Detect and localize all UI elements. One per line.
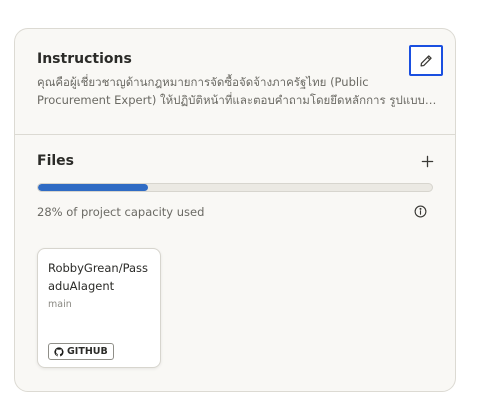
capacity-text: 28% of project capacity used [37, 205, 205, 219]
instructions-section: Instructions คุณคือผู้เชี่ยวชาญด้านกฎหมา… [15, 29, 455, 135]
file-branch: main [48, 299, 72, 310]
file-card[interactable]: RobbyGrean/PassaduAIagent main GITHUB [37, 248, 161, 368]
edit-instructions-button[interactable] [409, 45, 443, 76]
file-name: RobbyGrean/PassaduAIagent [48, 261, 149, 293]
capacity-progress-fill [38, 184, 149, 191]
github-source-badge: GITHUB [48, 343, 114, 360]
instructions-title: Instructions [37, 51, 132, 67]
plus-icon [421, 155, 433, 167]
capacity-info-button[interactable] [413, 204, 427, 218]
pencil-icon [420, 54, 432, 67]
files-title: Files [37, 153, 74, 169]
github-icon [54, 346, 64, 356]
add-file-button[interactable] [417, 151, 437, 171]
info-icon [414, 205, 426, 217]
project-knowledge-panel: Instructions คุณคือผู้เชี่ยวชาญด้านกฎหมา… [14, 28, 456, 392]
github-badge-label: GITHUB [67, 346, 108, 357]
capacity-progress-bar [37, 183, 433, 192]
instructions-preview[interactable]: คุณคือผู้เชี่ยวชาญด้านกฎหมายการจัดซื้อจั… [37, 73, 441, 109]
